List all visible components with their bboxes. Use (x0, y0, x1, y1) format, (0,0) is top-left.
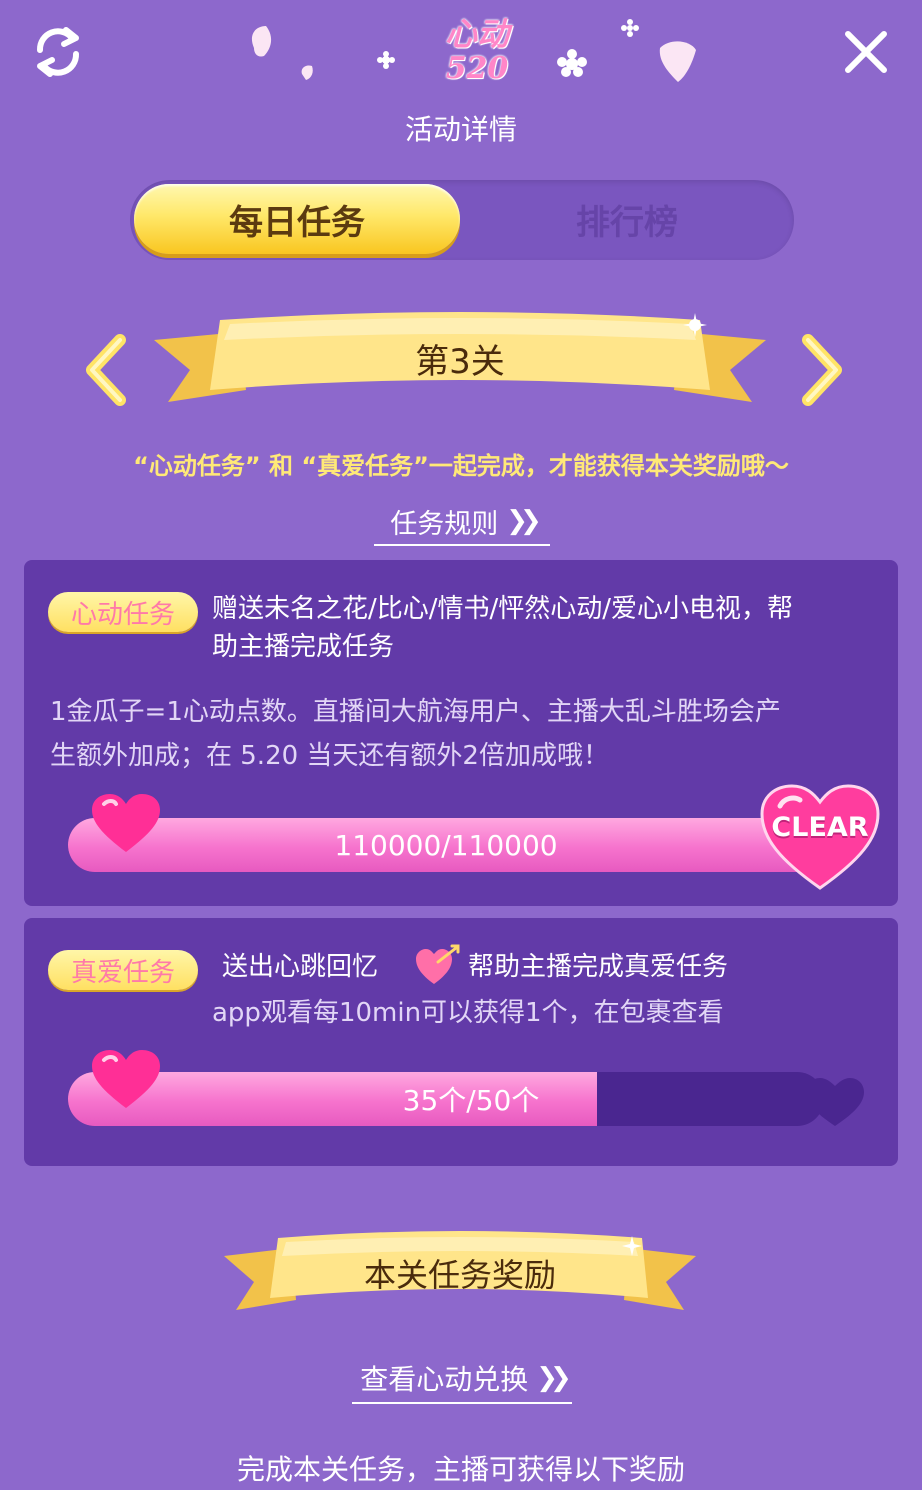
heartbeat-task-detail: 1金瓜子=1心动点数。直播间大航海用户、主播大乱斗胜场会产 生额外加成；在 5.… (50, 690, 890, 778)
empty-heart-icon (806, 1078, 864, 1126)
task-rules-link[interactable]: 任务规则 ❯❯ (374, 498, 550, 546)
heartbeat-progress-text: 110000/110000 (334, 828, 558, 862)
clear-label: CLEAR (771, 812, 869, 843)
level-notice: “心动任务” 和 “真爱任务”一起完成，才能获得本关奖励哦～ (133, 452, 789, 480)
heartbeat-task-description: 赠送未名之花/比心/情书/怦然心动/爱心小电视，帮 助主播完成任务 (212, 590, 892, 666)
true-love-task-detail: app观看每10min可以获得1个，在包裹查看 (212, 998, 724, 1028)
heart-icon (92, 794, 160, 852)
logo-text: 心动 520 (432, 16, 522, 96)
true-love-progress-bar: 35个/50个 (68, 1072, 824, 1126)
true-love-task-badge: 真爱任务 (48, 950, 198, 990)
refresh-icon (37, 27, 79, 77)
refresh-button[interactable] (24, 18, 92, 86)
page-title: 活动详情 (404, 113, 517, 146)
heartbeat-task-description-line2: 助主播完成任务 (212, 632, 395, 662)
reward-ribbon: 本关任务奖励 (220, 1230, 700, 1322)
task-rules-label: 任务规则 (390, 508, 499, 540)
logo-top-text: 心动 (444, 15, 509, 53)
chevron-right-icon (802, 334, 842, 406)
true-love-task-description-part2: 帮助主播完成真爱任务 (468, 952, 729, 982)
reward-title: 本关任务奖励 (363, 1256, 556, 1294)
tab-daily-tasks[interactable]: 每日任务 (134, 184, 460, 254)
tab-leaderboard[interactable]: 排行榜 (464, 184, 790, 254)
tab-bar: 每日任务 排行榜 (130, 180, 794, 260)
event-logo: 心动 520 (240, 4, 700, 100)
heartbeat-task-card: 心动任务 赠送未名之花/比心/情书/怦然心动/爱心小电视，帮 助主播完成任务 1… (24, 560, 898, 906)
heart-icon (92, 1050, 160, 1108)
chevron-left-icon (86, 334, 126, 406)
heartbeat-task-badge: 心动任务 (48, 592, 198, 632)
view-exchange-label: 查看心动兑换 (360, 1363, 529, 1396)
heartbeat-memory-gift-icon (416, 944, 460, 984)
logo-bottom-text: 520 (445, 51, 509, 86)
heartbeat-task-detail-line1: 1金瓜子=1心动点数。直播间大航海用户、主播大乱斗胜场会产 (50, 697, 781, 727)
true-love-progress-text: 35个/50个 (402, 1084, 540, 1117)
level-ribbon: 第3关 (150, 310, 770, 420)
heartbeat-progress-bar: 110000/110000 (68, 818, 824, 872)
true-love-task-description-part1: 送出心跳回忆 (222, 952, 379, 982)
close-icon (845, 31, 887, 73)
heartbeat-task-description-line1: 赠送未名之花/比心/情书/怦然心动/爱心小电视，帮 (212, 594, 794, 624)
true-love-task-card: 真爱任务 送出心跳回忆 帮助主播完成真爱任务 app观看每10min可以获得1个… (24, 918, 898, 1166)
level-label: 第3关 (415, 342, 505, 382)
next-level-button[interactable] (790, 330, 850, 410)
heartbeat-task-detail-line2: 生额外加成；在 5.20 当天还有额外2倍加成哦！ (50, 741, 609, 771)
double-chevron-icon: ❯❯ (506, 506, 541, 536)
view-exchange-link[interactable]: 查看心动兑换 ❯❯ (352, 1354, 572, 1404)
prev-level-button[interactable] (78, 330, 138, 410)
double-chevron-icon: ❯❯ (536, 1363, 571, 1393)
close-button[interactable] (832, 18, 900, 86)
reward-description: 完成本关任务，主播可获得以下奖励 (236, 1453, 685, 1486)
